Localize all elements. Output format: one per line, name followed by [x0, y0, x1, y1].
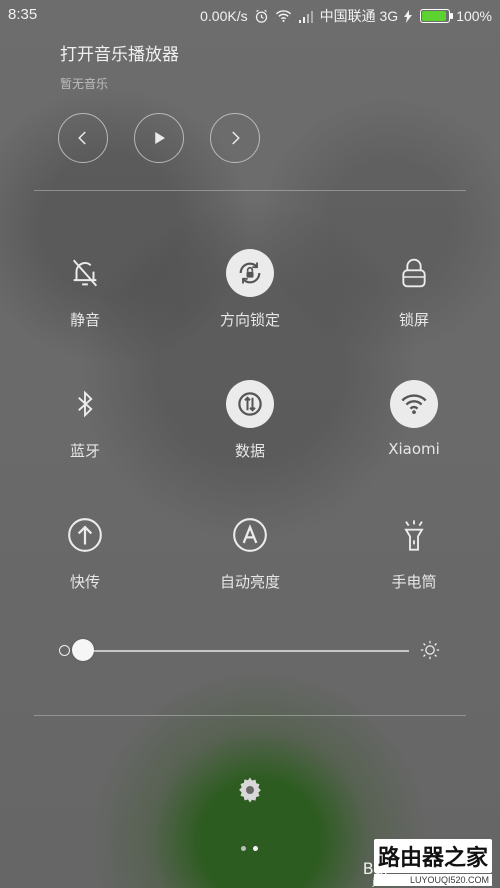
tile-label-wifi: Xiaomi [388, 440, 440, 458]
bell-off-icon [61, 249, 109, 297]
brightness-slider-track[interactable] [73, 650, 409, 652]
page-dot-1 [241, 846, 246, 851]
padlock-icon [390, 249, 438, 297]
tile-bluetooth[interactable]: 蓝牙 [25, 380, 145, 461]
music-subtitle: 暂无音乐 [60, 77, 109, 91]
tile-label-rotation-lock: 方向锁定 [219, 311, 280, 329]
play-button[interactable] [134, 113, 184, 163]
play-icon [155, 132, 165, 144]
divider-top [34, 190, 466, 191]
battery-percent: 100% [456, 8, 492, 24]
sun-icon [420, 640, 440, 660]
tile-wifi[interactable]: Xiaomi [354, 380, 474, 458]
tile-label-quick-transfer: 快传 [69, 573, 100, 591]
battery-level-fill [422, 11, 447, 21]
data-icon [226, 380, 274, 428]
brightness-low-icon [59, 645, 70, 656]
tile-auto-brightness[interactable]: 自动亮度 [190, 511, 310, 592]
wifi-status-icon [275, 9, 292, 23]
status-right-group: 0.00K/s 中国联通 3G 100% [200, 6, 492, 26]
music-controls [58, 113, 260, 163]
battery-icon [420, 9, 454, 23]
tile-label-mute: 静音 [69, 311, 100, 329]
chevron-left-icon [78, 131, 86, 145]
tile-label-mobile-data: 数据 [234, 442, 265, 460]
site-watermark: 路由器之家 LUYOUQI520.COM [373, 839, 492, 886]
settings-gear-icon[interactable] [235, 775, 265, 805]
signal-icon [298, 10, 314, 23]
watermark-main: 路由器之家 [373, 839, 492, 873]
page-indicator [241, 846, 258, 851]
bluetooth-icon [61, 380, 109, 428]
tile-label-auto-brightness: 自动亮度 [219, 573, 280, 591]
music-title[interactable]: 打开音乐播放器 [60, 40, 179, 65]
flashlight-icon [390, 511, 438, 559]
brightness-slider-knob[interactable] [72, 639, 95, 661]
chevron-right-icon [232, 131, 240, 145]
wifi-icon [390, 380, 438, 428]
upload-arrow-icon [61, 511, 109, 559]
tile-mobile-data[interactable]: 数据 [190, 380, 310, 461]
tile-lock-screen[interactable]: 锁屏 [354, 249, 474, 330]
charging-icon [404, 9, 413, 23]
tile-flashlight[interactable]: 手电筒 [354, 511, 474, 592]
auto-brightness-icon [226, 511, 274, 559]
previous-button[interactable] [58, 113, 108, 163]
tile-label-lock-screen: 锁屏 [398, 311, 429, 329]
rotation-lock-icon [226, 249, 274, 297]
page-dot-2 [253, 846, 258, 851]
tile-label-flashlight: 手电筒 [391, 573, 437, 591]
alarm-icon [254, 9, 269, 24]
network-speed: 0.00K/s [200, 8, 248, 24]
carrier-name: 中国联通 3G [319, 8, 399, 24]
status-bar: 8:35 0.00K/s 中国联通 3G 100% [0, 0, 500, 28]
music-widget[interactable]: 打开音乐播放器 暂无音乐 [60, 40, 179, 92]
divider-bottom [34, 715, 466, 716]
tile-mute[interactable]: 静音 [25, 249, 145, 330]
watermark-sub: LUYOUQI520.COM [373, 874, 492, 886]
status-time: 8:35 [8, 6, 38, 23]
tile-rotation-lock[interactable]: 方向锁定 [190, 249, 310, 330]
tile-label-bluetooth: 蓝牙 [69, 442, 100, 460]
tile-quick-transfer[interactable]: 快传 [25, 511, 145, 592]
next-button[interactable] [210, 113, 260, 163]
